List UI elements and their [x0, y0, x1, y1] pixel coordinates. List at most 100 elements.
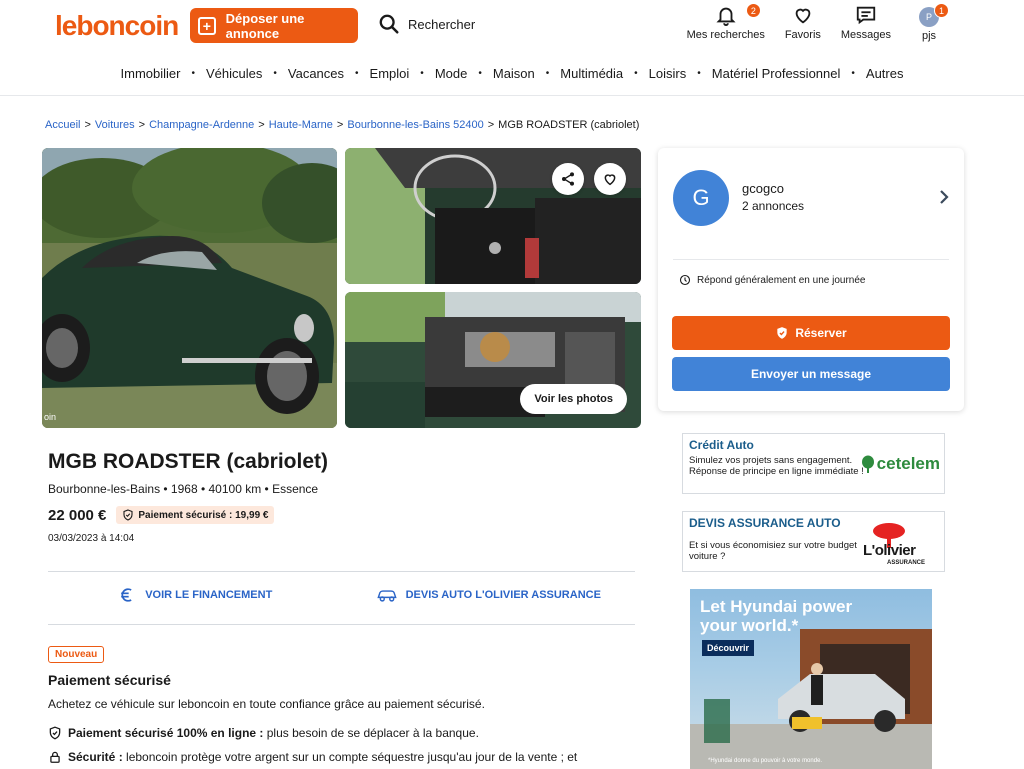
bullet-online-payment: Paiement sécurisé 100% en ligne : plus b…: [48, 726, 479, 740]
breadcrumb-sep: >: [84, 119, 91, 131]
search-label: Rechercher: [408, 16, 476, 32]
lolivier-logo-text: L'olivier: [863, 542, 916, 559]
post-ad-button[interactable]: + Déposer une annonce: [190, 8, 358, 43]
category-multimedia[interactable]: Multimédia: [549, 66, 634, 81]
category-mode[interactable]: Mode: [424, 66, 479, 81]
search-icon: [379, 14, 399, 34]
favorites-label: Favoris: [784, 29, 821, 41]
insurance-quote-link[interactable]: DEVIS AUTO L'OLIVIER ASSURANCE: [342, 585, 636, 605]
favorites-button[interactable]: Favoris: [783, 4, 823, 42]
secure-section-text: Achetez ce véhicule sur leboncoin en tou…: [48, 697, 485, 711]
divider: [48, 571, 635, 572]
interior-photo[interactable]: [345, 148, 641, 284]
breadcrumb-link[interactable]: Haute-Marne: [269, 119, 333, 131]
category-autres[interactable]: Autres: [855, 66, 915, 81]
seller-card: G gcogco 2 annonces Répond généralement …: [658, 148, 964, 411]
insurance-quote-label: DEVIS AUTO L'OLIVIER ASSURANCE: [405, 589, 601, 601]
main-photo[interactable]: oin: [42, 148, 337, 428]
ad-title: Let Hyundai power your world.*: [700, 597, 852, 635]
seller-ads-count: 2 annonces: [742, 199, 805, 213]
cetelem-logo: cetelem: [861, 454, 940, 474]
category-vehicules[interactable]: Véhicules: [195, 66, 273, 81]
breadcrumb-sep: >: [336, 119, 344, 131]
messages-button[interactable]: Messages: [841, 4, 891, 42]
hyundai-ad[interactable]: Let Hyundai power your world.* Découvrir…: [690, 589, 932, 769]
divider: [48, 624, 635, 625]
lolivier-logo: L'olivier ASSURANCE: [863, 522, 941, 566]
promo-text: Simulez vos projets sans engagement. Rép…: [689, 455, 864, 477]
secure-section-title: Paiement sécurisé: [48, 672, 171, 688]
shield-check-icon: [777, 327, 787, 339]
price-row: 22 000 € Paiement sécurisé : 19,99 €: [48, 506, 275, 524]
secure-payment-pill: Paiement sécurisé : 19,99 €: [116, 506, 275, 524]
send-message-button[interactable]: Envoyer un message: [672, 357, 950, 391]
reserve-label: Réserver: [795, 326, 847, 340]
listing-date: 03/03/2023 à 14:04: [48, 533, 135, 544]
category-emploi[interactable]: Emploi: [359, 66, 421, 81]
financing-label: VOIR LE FINANCEMENT: [145, 589, 273, 601]
category-loisirs[interactable]: Loisirs: [638, 66, 698, 81]
bullet-text: leboncoin protège votre argent sur un co…: [122, 750, 578, 764]
seller-response-time: Répond généralement en une journée: [679, 274, 865, 286]
seller-response-label: Répond généralement en une journée: [697, 274, 866, 286]
heart-icon: [795, 8, 811, 24]
divider: [673, 259, 949, 260]
breadcrumb-sep: >: [258, 119, 265, 131]
category-materiel-pro[interactable]: Matériel Professionnel: [701, 66, 852, 81]
bell-icon: [716, 7, 736, 26]
share-icon: [562, 172, 574, 186]
saved-searches-button[interactable]: 2 Mes recherches: [686, 3, 765, 42]
financing-link[interactable]: VOIR LE FINANCEMENT: [48, 585, 342, 605]
engine-photo[interactable]: Voir les photos: [345, 292, 641, 428]
seller-profile-chevron[interactable]: [938, 188, 950, 211]
breadcrumb: Accueil > Voitures > Champagne-Ardenne > Ha…: [45, 119, 639, 131]
bullet-bold: Paiement sécurisé 100% en ligne :: [68, 726, 264, 740]
bullet-bold: Sécurité :: [68, 750, 123, 764]
ad-footnote: *Hyundai donne du pouvoir à votre monde.: [708, 758, 823, 764]
share-button[interactable]: [552, 163, 584, 195]
message-icon: [856, 6, 876, 25]
plus-icon: +: [198, 16, 216, 35]
category-maison[interactable]: Maison: [482, 66, 546, 81]
seller-avatar[interactable]: G: [673, 170, 729, 226]
breadcrumb-link[interactable]: Accueil: [45, 119, 80, 131]
shield-check-icon: [123, 509, 133, 521]
account-button[interactable]: P 1 pjs: [909, 3, 949, 42]
favorite-button[interactable]: [594, 163, 626, 195]
bullet-security: Sécurité : leboncoin protège votre argen…: [48, 750, 577, 764]
messages-label: Messages: [840, 29, 891, 41]
bullet-text: plus besoin de se déplacer à la banque.: [263, 726, 479, 740]
saved-searches-label: Mes recherches: [686, 29, 765, 41]
new-tag: Nouveau: [48, 646, 105, 663]
search-button[interactable]: Rechercher: [378, 13, 475, 35]
category-immobilier[interactable]: Immobilier: [110, 66, 192, 81]
header-actions: 2 Mes recherches Favoris Messages P 1 pj…: [686, 3, 949, 42]
breadcrumb-link[interactable]: Voitures: [95, 119, 135, 131]
ad-title-line2: your world.*: [700, 616, 799, 635]
euro-icon: [121, 588, 132, 602]
listing-subtitle: Bourbonne-les-Bains • 1968 • 40100 km • …: [48, 482, 319, 496]
breadcrumb-link[interactable]: Champagne-Ardenne: [149, 119, 254, 131]
see-photos-button[interactable]: Voir les photos: [520, 384, 627, 414]
credit-auto-promo[interactable]: Crédit Auto Simulez vos projets sans eng…: [682, 433, 945, 494]
promo-title: Crédit Auto: [689, 438, 754, 452]
seller-name[interactable]: gcogco: [742, 181, 784, 196]
reserve-button[interactable]: Réserver: [672, 316, 950, 350]
post-ad-label: Déposer une annonce: [225, 10, 305, 41]
listing-title: MGB ROADSTER (cabriolet): [48, 450, 329, 473]
leboncoin-logo[interactable]: leboncoin: [55, 10, 179, 42]
promo-text: Et si vous économisiez sur votre budget …: [689, 540, 857, 562]
saved-searches-badge: 2: [745, 3, 761, 18]
header: leboncoin + Déposer une annonce Recherch…: [0, 0, 1024, 52]
breadcrumb-sep: >: [138, 119, 146, 131]
category-vacances[interactable]: Vacances: [277, 66, 355, 81]
listing-links: VOIR LE FINANCEMENT DEVIS AUTO L'OLIVIER…: [48, 585, 635, 605]
account-label: pjs: [921, 30, 937, 42]
lock-icon: [50, 751, 60, 763]
ad-discover-button[interactable]: Découvrir: [702, 640, 755, 656]
breadcrumb-current: MGB ROADSTER (cabriolet): [498, 119, 640, 131]
account-badge: 1: [934, 3, 949, 18]
insurance-promo[interactable]: DEVIS ASSURANCE AUTO Et si vous économis…: [682, 511, 945, 572]
breadcrumb-link[interactable]: Bourbonne-les-Bains 52400: [347, 119, 483, 131]
category-nav: Immobilier • Véhicules • Vacances • Emploi •…: [0, 52, 1024, 96]
